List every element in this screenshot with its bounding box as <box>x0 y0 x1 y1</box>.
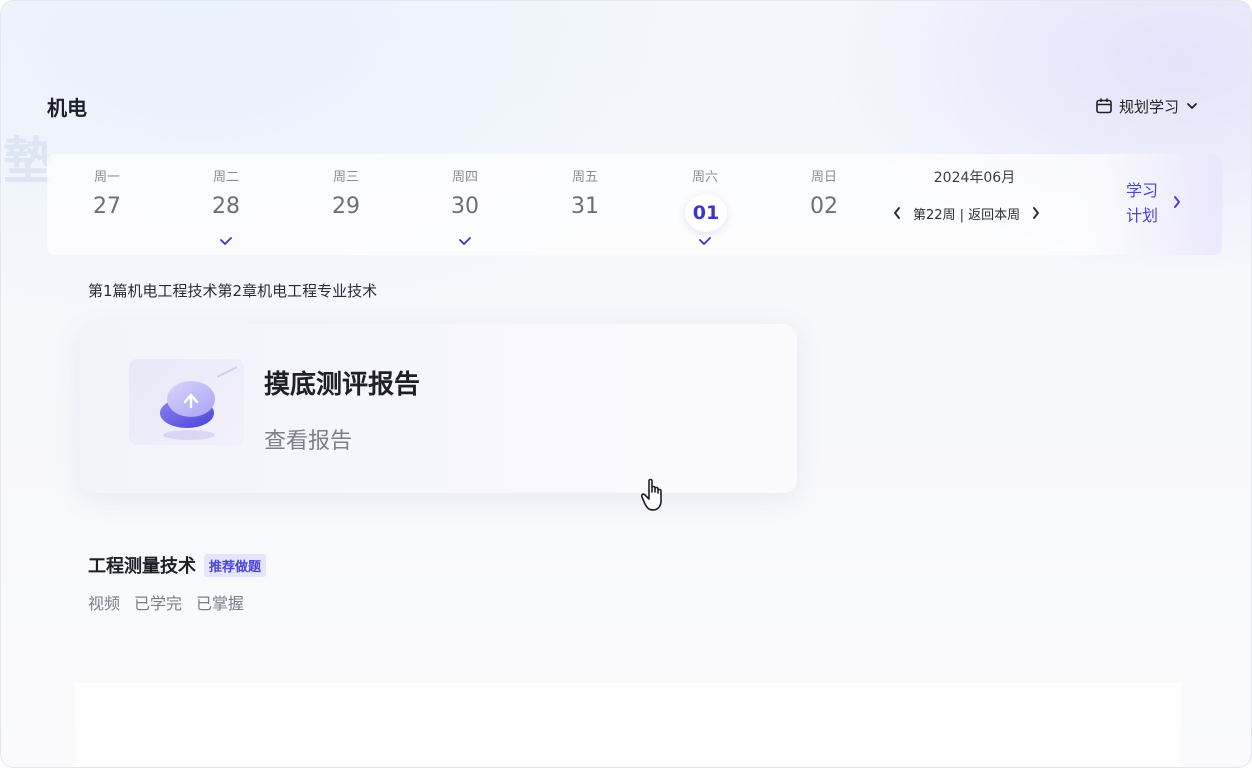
chapter-title: 第1篇机电工程技术第2章机电工程专业技术 <box>88 282 378 300</box>
stat-mastered: 已掌握 <box>196 594 245 613</box>
study-plan-button[interactable]: 学习计划 <box>1089 154 1222 255</box>
check-icon <box>459 237 471 245</box>
day-saturday-selected[interactable]: 周六 01 <box>665 154 745 255</box>
day-thursday[interactable]: 周四 30 <box>425 154 505 255</box>
day-name: 周四 <box>451 170 478 185</box>
stat-learned: 已学完 <box>134 594 183 613</box>
report-title: 摸底测评报告 <box>264 370 421 400</box>
report-coin-icon <box>160 366 238 440</box>
week-navigation: 第22周 | 返回本周 <box>889 202 1044 224</box>
view-report-link[interactable]: 查看报告 <box>264 423 352 455</box>
subject-title: 机电 <box>47 96 87 120</box>
day-monday[interactable]: 周一 27 <box>67 154 147 255</box>
day-date: 27 <box>93 194 121 219</box>
day-name: 周五 <box>571 170 598 185</box>
recommended-practice-badge[interactable]: 推荐做题 <box>204 553 267 577</box>
week-label[interactable]: 第22周 | 返回本周 <box>913 204 1020 223</box>
day-date: 02 <box>810 194 838 219</box>
day-wednesday[interactable]: 周三 29 <box>306 154 386 255</box>
content-panel-bg <box>75 683 1181 767</box>
hand-cursor-icon <box>640 477 669 517</box>
day-date: 30 <box>451 194 479 219</box>
topic-title[interactable]: 工程测量技术 <box>88 552 196 578</box>
prev-week-arrow-icon[interactable] <box>889 204 905 222</box>
study-plan-label: 学习计划 <box>1125 181 1158 225</box>
stat-video: 视频 <box>88 594 121 613</box>
check-icon <box>220 237 232 245</box>
day-date: 01 <box>685 194 727 232</box>
day-date: 28 <box>212 194 240 219</box>
check-icon <box>699 237 711 245</box>
next-week-arrow-icon[interactable] <box>1028 204 1044 222</box>
plan-study-button[interactable]: 规划学习 <box>1095 94 1199 118</box>
day-tuesday[interactable]: 周二 28 <box>186 154 266 255</box>
topic-header: 工程测量技术 推荐做题 <box>88 552 267 578</box>
calendar-icon <box>1095 97 1113 115</box>
day-date: 31 <box>571 194 599 219</box>
day-friday[interactable]: 周五 31 <box>545 154 625 255</box>
assessment-report-card[interactable]: 摸底测评报告 查看报告 <box>80 324 797 493</box>
day-date: 29 <box>332 194 360 219</box>
plan-study-label: 规划学习 <box>1119 97 1180 116</box>
chevron-right-icon <box>1174 196 1180 208</box>
day-name: 周日 <box>810 170 837 185</box>
day-name: 周六 <box>691 170 718 185</box>
month-label: 2024年06月 <box>933 170 1016 186</box>
day-name: 周三 <box>332 170 359 185</box>
day-sunday[interactable]: 周日 02 <box>784 154 864 255</box>
day-name: 周一 <box>93 170 120 185</box>
topic-stats: 视频 已学完 已掌握 <box>88 590 244 614</box>
chevron-down-icon <box>1185 99 1199 113</box>
report-thumbnail <box>129 359 244 445</box>
week-calendar: 周一 27 周二 28 周三 29 周四 30 周五 31 周六 01 周日 0… <box>47 154 1222 255</box>
day-name: 周二 <box>212 170 239 185</box>
app-window: 墊 机电 规划学习 周一 27 周二 28 周三 29 周四 30 周五 31 … <box>0 0 1252 768</box>
